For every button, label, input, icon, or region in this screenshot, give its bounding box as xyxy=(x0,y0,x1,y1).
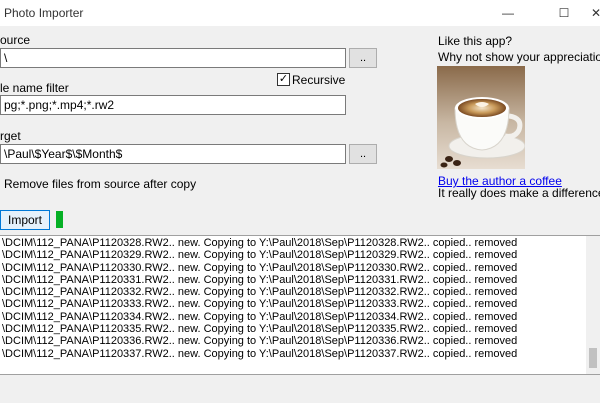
source-input[interactable]: \ xyxy=(0,48,346,68)
target-input[interactable]: \Paul\$Year$\$Month$ xyxy=(0,144,346,164)
log-panel[interactable]: \DCIM\112_PANA\P1120328.RW2.. new. Copyi… xyxy=(0,235,600,375)
coffee-cup-icon xyxy=(437,66,525,169)
coffee-image[interactable] xyxy=(437,66,525,169)
window-title: Photo Importer xyxy=(4,6,84,20)
log-line: \DCIM\112_PANA\P1120333.RW2.. new. Copyi… xyxy=(2,298,518,311)
source-browse-button[interactable]: .. xyxy=(349,48,377,68)
filter-label: le name filter xyxy=(0,81,69,95)
minimize-icon: — xyxy=(502,6,514,20)
title-bar[interactable]: Photo Importer — ☐ ✕ xyxy=(0,0,600,26)
check-mark-icon: ✓ xyxy=(278,73,289,85)
maximize-icon: ☐ xyxy=(558,6,570,20)
import-progress-bar xyxy=(56,211,63,228)
log-line: \DCIM\112_PANA\P1120334.RW2.. new. Copyi… xyxy=(2,310,518,323)
filter-input[interactable]: pg;*.png;*.mp4;*.rw2 xyxy=(0,95,346,115)
close-icon: ✕ xyxy=(590,6,600,20)
log-line: \DCIM\112_PANA\P1120331.RW2.. new. Copyi… xyxy=(2,273,518,286)
target-browse-button[interactable]: .. xyxy=(349,144,377,164)
log-line: \DCIM\112_PANA\P1120336.RW2.. new. Copyi… xyxy=(2,335,518,348)
promo-note: It really does make a difference xyxy=(438,186,600,200)
log-line: \DCIM\112_PANA\P1120337.RW2.. new. Copyi… xyxy=(2,347,518,360)
minimize-button[interactable]: — xyxy=(485,0,531,26)
import-button[interactable]: Import xyxy=(0,210,50,230)
maximize-button[interactable]: ☐ xyxy=(541,0,587,26)
recursive-label: Recursive xyxy=(292,73,346,87)
source-label: ource xyxy=(0,33,31,47)
log-line: \DCIM\112_PANA\P1120335.RW2.. new. Copyi… xyxy=(2,323,518,336)
log-line: \DCIM\112_PANA\P1120332.RW2.. new. Copyi… xyxy=(2,286,518,299)
log-line: \DCIM\112_PANA\P1120328.RW2.. new. Copyi… xyxy=(2,237,518,249)
target-label: rget xyxy=(0,129,21,143)
scrollbar-thumb[interactable] xyxy=(589,348,597,368)
close-button[interactable]: ✕ xyxy=(586,0,600,26)
log-line: \DCIM\112_PANA\P1120330.RW2.. new. Copyi… xyxy=(2,261,518,274)
recursive-checkbox[interactable]: ✓ xyxy=(277,73,290,86)
promo-subheading: Why not show your appreciation? xyxy=(438,50,600,64)
promo-heading: Like this app? xyxy=(438,34,513,48)
log-list: \DCIM\112_PANA\P1120328.RW2.. new. Copyi… xyxy=(2,237,584,360)
remove-files-label[interactable]: Remove files from source after copy xyxy=(4,177,196,191)
log-line: \DCIM\112_PANA\P1120329.RW2.. new. Copyi… xyxy=(2,249,518,262)
log-scrollbar[interactable] xyxy=(586,236,600,374)
